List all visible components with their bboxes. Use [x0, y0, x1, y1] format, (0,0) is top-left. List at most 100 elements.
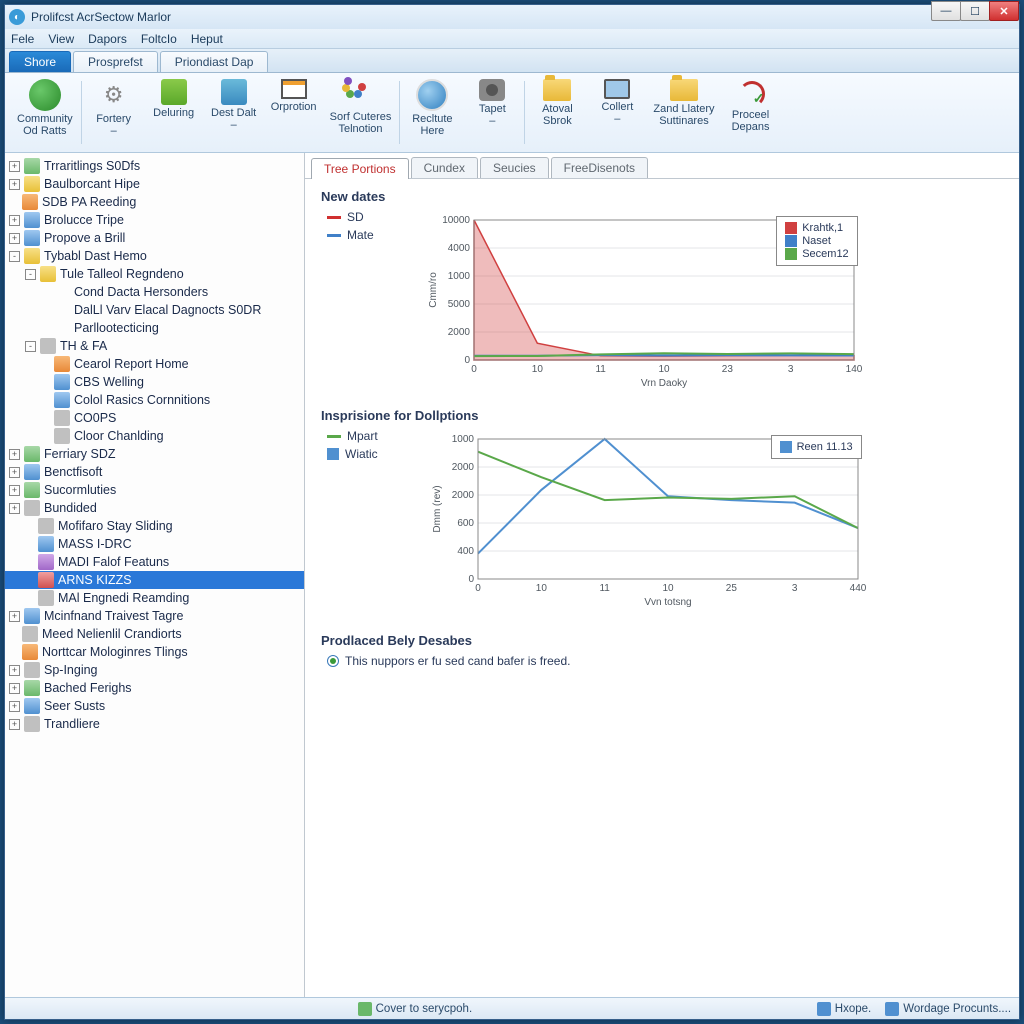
radio-icon[interactable] — [327, 655, 339, 667]
proceel-depans[interactable]: ProceelDepans — [721, 77, 781, 148]
expand-icon[interactable]: + — [9, 611, 20, 622]
tree-node-17[interactable]: +Benctfisoft — [5, 463, 304, 481]
content-tab-1[interactable]: Cundex — [411, 157, 478, 178]
tree-node-0[interactable]: +Trraritlings S0Dfs — [5, 157, 304, 175]
maximize-button[interactable]: ☐ — [960, 1, 990, 21]
expand-icon[interactable]: - — [9, 251, 20, 262]
expand-icon[interactable]: - — [25, 341, 36, 352]
menu-dapors[interactable]: Dapors — [88, 32, 127, 46]
chart-legend: Reen 11.13 — [771, 435, 862, 459]
svg-text:0: 0 — [475, 583, 481, 594]
expand-icon[interactable]: + — [9, 179, 20, 190]
tree-node-21[interactable]: MASS I-DRC — [5, 535, 304, 553]
tree-node-10[interactable]: -TH & FA — [5, 337, 304, 355]
tree-node-12[interactable]: CBS Welling — [5, 373, 304, 391]
tree-item-icon — [54, 284, 70, 300]
expand-icon[interactable]: + — [9, 485, 20, 496]
tree-node-25[interactable]: +Mcinfnand Traivest Tagre — [5, 607, 304, 625]
status-right-1[interactable]: Hxope. — [817, 1002, 871, 1016]
tree-item-icon — [22, 644, 38, 660]
tree-item-icon — [24, 608, 40, 624]
content-tab-2[interactable]: Seucies — [480, 157, 549, 178]
tree-item-label: CO0PS — [74, 411, 116, 425]
tree-node-28[interactable]: +Sp-Inging — [5, 661, 304, 679]
tree-node-7[interactable]: Cond Dacta Hersonders — [5, 283, 304, 301]
svg-text:3: 3 — [788, 364, 794, 375]
tree-item-icon — [22, 626, 38, 642]
main-tab-1[interactable]: Prosprefst — [73, 51, 158, 72]
main-tab-0[interactable]: Shore — [9, 51, 71, 72]
expand-icon[interactable]: - — [25, 269, 36, 280]
expand-icon[interactable]: + — [9, 467, 20, 478]
svg-text:0: 0 — [468, 574, 474, 585]
window-title: Prolifcst AcrSectow Marlor — [31, 10, 171, 24]
expand-icon[interactable]: + — [9, 503, 20, 514]
atoval-sbrok[interactable]: AtovalSbrok — [527, 77, 587, 148]
tree-item-label: Brolucce Tripe — [44, 213, 124, 227]
tree-node-2[interactable]: SDB PA Reeding — [5, 193, 304, 211]
menu-foltcio[interactable]: FoltcIo — [141, 32, 177, 46]
close-button[interactable]: ✕ — [989, 1, 1019, 21]
tree-node-5[interactable]: -Tybabl Dast Hemo — [5, 247, 304, 265]
expand-icon[interactable]: + — [9, 665, 20, 676]
tree-node-19[interactable]: +Bundided — [5, 499, 304, 517]
tree-node-30[interactable]: +Seer Susts — [5, 697, 304, 715]
expand-icon[interactable]: + — [9, 215, 20, 226]
expand-icon[interactable]: + — [9, 683, 20, 694]
tree-node-23[interactable]: ARNS KIZZS — [5, 571, 304, 589]
collert[interactable]: Collert– — [587, 77, 647, 148]
tree-node-27[interactable]: Norttcar Mologinres Tlings — [5, 643, 304, 661]
expand-icon[interactable]: + — [9, 701, 20, 712]
menu-fele[interactable]: Fele — [11, 32, 34, 46]
section3-radio-row[interactable]: This nuppors er fu sed cand bafer is fre… — [327, 654, 1003, 668]
expand-icon[interactable]: + — [9, 161, 20, 172]
minimize-button[interactable]: — — [931, 1, 961, 21]
tree-node-22[interactable]: MADI Falof Featuns — [5, 553, 304, 571]
orprotion[interactable]: Orprotion — [264, 77, 324, 148]
tree-node-3[interactable]: + Brolucce Tripe — [5, 211, 304, 229]
tree-node-20[interactable]: Mofifaro Stay Sliding — [5, 517, 304, 535]
tree-node-6[interactable]: - Tule Talleol Regndeno — [5, 265, 304, 283]
tree-node-14[interactable]: CO0PS — [5, 409, 304, 427]
tree-node-13[interactable]: Colol Rasics Cornnitions — [5, 391, 304, 409]
tree-item-label: MASS I-DRC — [58, 537, 132, 551]
svg-text:2000: 2000 — [447, 327, 470, 338]
tree-node-16[interactable]: +Ferriary SDZ — [5, 445, 304, 463]
tree-node-11[interactable]: Cearol Report Home — [5, 355, 304, 373]
expand-icon[interactable]: + — [9, 719, 20, 730]
tree-node-1[interactable]: +Baulborcant Hipe — [5, 175, 304, 193]
expand-icon[interactable]: + — [9, 233, 20, 244]
tree-node-29[interactable]: +Bached Ferighs — [5, 679, 304, 697]
tree-node-4[interactable]: +Propove a Brill — [5, 229, 304, 247]
content-tab-3[interactable]: FreeDisenots — [551, 157, 648, 178]
tree-item-label: DalLl Varv Elacal Dagnocts S0DR — [74, 303, 261, 317]
content-panel: Tree PortionsCundexSeuciesFreeDisenots N… — [305, 153, 1019, 997]
tree-node-15[interactable]: Cloor Chanlding — [5, 427, 304, 445]
recltute-here[interactable]: RecltuteHere — [402, 77, 462, 148]
tree-item-icon — [40, 266, 56, 282]
zand-llatery[interactable]: Zand LlaterySuttinares — [647, 77, 720, 148]
tree-node-9[interactable]: Parllootecticing — [5, 319, 304, 337]
tree-panel[interactable]: +Trraritlings S0Dfs+Baulborcant HipeSDB … — [5, 153, 305, 997]
fortery[interactable]: ⚙Fortery– — [84, 77, 144, 148]
menu-heput[interactable]: Heput — [191, 32, 223, 46]
tree-node-18[interactable]: +Sucormluties — [5, 481, 304, 499]
tapet[interactable]: Tapet– — [462, 77, 522, 148]
tree-item-label: Parllootecticing — [74, 321, 159, 335]
svg-text:0: 0 — [464, 355, 470, 366]
tree-node-26[interactable]: Meed Nelienlil Crandiorts — [5, 625, 304, 643]
menu-view[interactable]: View — [48, 32, 74, 46]
tree-node-24[interactable]: MAl Engnedi Reamding — [5, 589, 304, 607]
dest-dalt[interactable]: Dest Dalt– — [204, 77, 264, 148]
sorf-cuteres[interactable]: Sorf CuteresTelnotion — [324, 77, 398, 148]
deluring[interactable]: Deluring — [144, 77, 204, 148]
tree-item-label: Norttcar Mologinres Tlings — [42, 645, 188, 659]
main-tab-2[interactable]: Priondiast Dap — [160, 51, 269, 72]
tree-node-31[interactable]: +Trandliere — [5, 715, 304, 733]
content-tab-0[interactable]: Tree Portions — [311, 158, 409, 179]
tree-item-label: Tule Talleol Regndeno — [60, 267, 184, 281]
community-od-ratts[interactable]: CommunityOd Ratts — [11, 77, 79, 148]
tree-node-8[interactable]: DalLl Varv Elacal Dagnocts S0DR — [5, 301, 304, 319]
status-right-2[interactable]: Wordage Procunts.... — [885, 1002, 1011, 1016]
expand-icon[interactable]: + — [9, 449, 20, 460]
